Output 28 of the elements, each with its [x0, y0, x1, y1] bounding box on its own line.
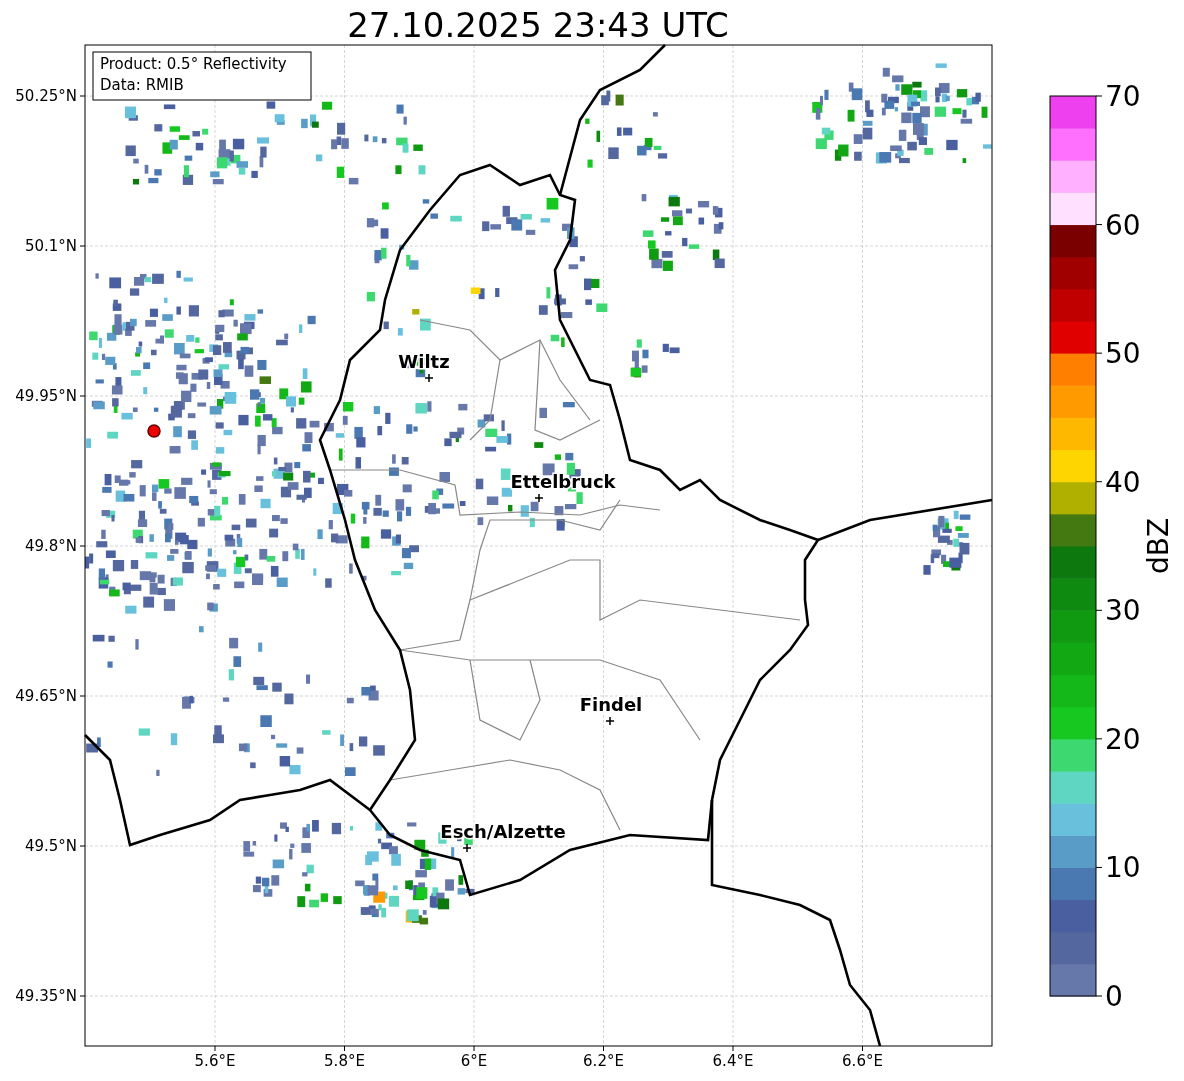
colorbar-tick-label: 70 [1105, 80, 1141, 113]
colorbar-tick-label: 20 [1105, 722, 1141, 756]
longitude-label: 6°E [460, 1052, 488, 1070]
colorbar-title: dBZ [1142, 517, 1175, 575]
latitude-label: 50.25°N [15, 87, 77, 105]
map-title: 27.10.2025 23:43 UTC [347, 5, 729, 45]
longitude-label: 5.6°E [194, 1052, 236, 1070]
colorbar-tick-label: 0 [1105, 980, 1123, 1013]
latitude-label: 49.65°N [15, 687, 77, 705]
longitude-label: 5.8°E [324, 1052, 365, 1070]
colorbar-tick-label: 10 [1105, 851, 1141, 885]
colorbar-tick-label: 40 [1105, 465, 1141, 499]
longitude-label: 6.4°E [712, 1052, 754, 1070]
latitude-label: 49.35°N [15, 987, 77, 1005]
city-label: Ettelbruck [510, 471, 616, 492]
city-label: Findel [579, 694, 643, 715]
latitude-label: 49.95°N [15, 387, 77, 405]
latitude-label: 49.8°N [24, 537, 77, 555]
colorbar-tick-label: 60 [1105, 208, 1141, 242]
latitude-label: 49.5°N [24, 837, 77, 855]
latitude-label: 50.1°N [24, 237, 77, 255]
info-line: Data: RMIB [100, 76, 184, 94]
longitude-label: 6.6°E [842, 1052, 883, 1070]
longitude-label: 6.2°E [583, 1052, 624, 1070]
info-line: Product: 0.5° Reflectivity [100, 55, 287, 73]
city-label: Esch/Alzette [440, 821, 566, 842]
colorbar-tick-label: 50 [1105, 337, 1141, 371]
colorbar-tick-label: 30 [1105, 594, 1141, 628]
